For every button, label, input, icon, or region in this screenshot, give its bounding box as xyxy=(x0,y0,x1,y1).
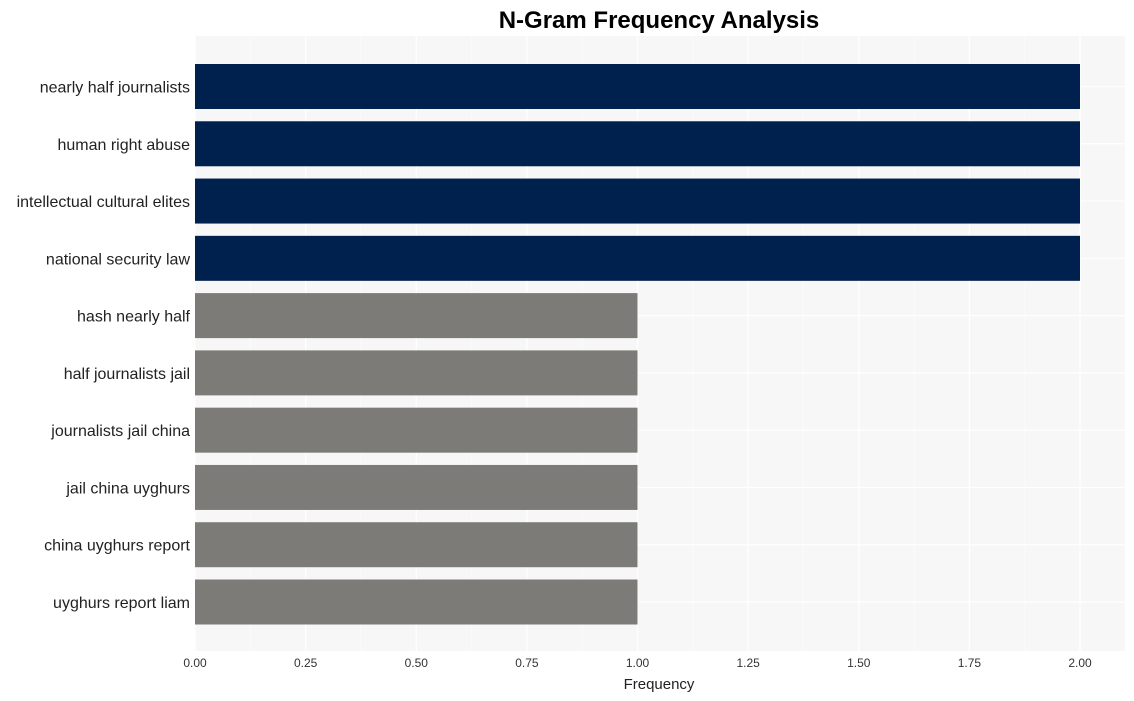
bar-human-right-abuse xyxy=(195,121,1080,167)
y-axis-labels: nearly half journalists human right abuse… xyxy=(17,80,191,613)
x-axis-ticks: 0.00 0.25 0.50 0.75 1.00 1.25 1.50 1.75 2.00 xyxy=(183,656,1092,670)
y-tick-label: jail china uyghurs xyxy=(65,480,190,497)
y-tick-label: journalists jail china xyxy=(50,423,190,440)
x-tick-label: 1.00 xyxy=(626,656,650,670)
bar-jail-china-uyghurs xyxy=(195,464,638,510)
bar-uyghurs-report-liam xyxy=(195,579,638,625)
chart-title: N-Gram Frequency Analysis xyxy=(499,7,820,34)
bar-nearly-half-journalists xyxy=(195,64,1080,109)
bar-journalists-jail-china xyxy=(195,407,638,453)
bar-china-uyghurs-report xyxy=(195,522,638,568)
ngram-chart: nearly half journalists human right abuse… xyxy=(17,7,1125,693)
y-tick-label: national security law xyxy=(46,251,191,268)
x-tick-label: 1.75 xyxy=(958,656,982,670)
y-tick-label: human right abuse xyxy=(57,137,190,154)
x-tick-label: 1.25 xyxy=(736,656,760,670)
x-axis-label: Frequency xyxy=(624,676,695,693)
bar-hash-nearly-half xyxy=(195,293,638,339)
x-tick-label: 0.00 xyxy=(183,656,207,670)
x-tick-label: 1.50 xyxy=(847,656,871,670)
y-tick-label: nearly half journalists xyxy=(40,80,190,97)
y-tick-label: hash nearly half xyxy=(77,309,191,326)
y-tick-label: intellectual cultural elites xyxy=(17,194,190,211)
x-tick-label: 0.25 xyxy=(294,656,318,670)
y-tick-label: china uyghurs report xyxy=(44,538,190,555)
x-tick-label: 2.00 xyxy=(1068,656,1092,670)
bar-intellectual-cultural-elites xyxy=(195,178,1080,224)
bar-half-journalists-jail xyxy=(195,350,638,396)
x-tick-label: 0.50 xyxy=(405,656,429,670)
y-tick-label: half journalists jail xyxy=(64,366,190,383)
x-tick-label: 0.75 xyxy=(515,656,539,670)
y-tick-label: uyghurs report liam xyxy=(53,595,190,612)
bar-national-security-law xyxy=(195,235,1080,281)
